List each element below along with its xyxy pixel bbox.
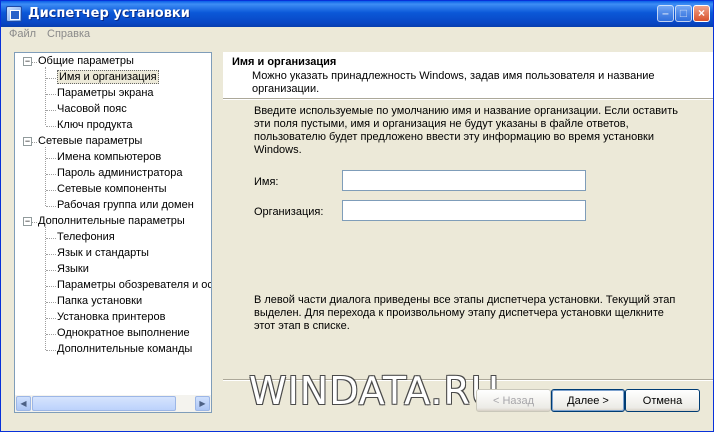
minimize-button[interactable]: – xyxy=(657,5,674,22)
tree-item-label: Языки xyxy=(57,263,89,275)
menu-file[interactable]: Файл xyxy=(9,28,36,40)
tree-group-label: Общие параметры xyxy=(38,55,134,67)
tree-item-telephony[interactable]: Телефония xyxy=(57,230,115,246)
title-bar[interactable]: Диспетчер установки – □ × xyxy=(1,1,713,27)
tree-item-additional-commands[interactable]: Дополнительные команды xyxy=(57,342,192,358)
header-divider xyxy=(223,98,713,100)
intro-text: Введите используемые по умолчанию имя и … xyxy=(254,105,678,156)
page-title: Имя и организация xyxy=(232,56,337,68)
organization-input[interactable] xyxy=(342,200,586,221)
tree-group-advanced[interactable]: Дополнительные параметры xyxy=(38,214,185,230)
next-button[interactable]: Далее > xyxy=(551,389,625,412)
tree-item-label: Дополнительные команды xyxy=(57,343,193,355)
tree-item-workgroup-domain[interactable]: Рабочая группа или домен xyxy=(57,198,194,214)
scroll-right-icon[interactable]: ▶ xyxy=(195,396,210,411)
expander-general[interactable]: − xyxy=(23,57,32,66)
tree-item-label: Параметры экрана xyxy=(57,87,154,99)
tree-group-network[interactable]: Сетевые параметры xyxy=(38,134,142,150)
organization-label: Организация: xyxy=(254,206,324,218)
tree-item-label: Параметры обозревателя и ос xyxy=(57,279,212,291)
watermark: WINDATA.RU xyxy=(249,369,500,413)
tree-item-name-org[interactable]: Имя и организация xyxy=(57,70,159,86)
page-description: Можно указать принадлежность Windows, за… xyxy=(252,70,655,95)
back-button[interactable]: < Назад xyxy=(476,389,551,412)
tree-item-label: Установка принтеров xyxy=(57,311,166,323)
tree-group-general[interactable]: Общие параметры xyxy=(38,54,134,70)
close-button[interactable]: × xyxy=(693,5,710,22)
window-title: Диспетчер установки xyxy=(28,6,190,21)
expander-advanced[interactable]: − xyxy=(23,217,32,226)
steps-tree: − Общие параметры Имя и организация Пара… xyxy=(14,52,212,413)
tree-item-label: Язык и стандарты xyxy=(57,247,149,259)
page-header: Имя и организация Можно указать принадле… xyxy=(223,52,713,98)
tree-item-label: Однократное выполнение xyxy=(57,327,190,339)
tree-item-regional[interactable]: Язык и стандарты xyxy=(57,246,149,262)
tree-item-admin-password[interactable]: Пароль администратора xyxy=(57,166,183,182)
menu-bar: Файл Справка xyxy=(1,27,713,45)
tree-item-display[interactable]: Параметры экрана xyxy=(57,86,154,102)
tree-group-label: Сетевые параметры xyxy=(38,135,143,147)
tree-item-product-key[interactable]: Ключ продукта xyxy=(57,118,132,134)
tree-item-browser-settings[interactable]: Параметры обозревателя и ос xyxy=(57,278,212,294)
expander-network[interactable]: − xyxy=(23,137,32,146)
name-label: Имя: xyxy=(254,176,279,188)
tree-item-label: Имя и организация xyxy=(57,70,159,84)
tree-item-label: Папка установки xyxy=(57,295,143,307)
tree-item-label: Телефония xyxy=(57,231,115,243)
tree-item-computer-names[interactable]: Имена компьютеров xyxy=(57,150,161,166)
tree-item-network-components[interactable]: Сетевые компоненты xyxy=(57,182,167,198)
tree-item-install-folder[interactable]: Папка установки xyxy=(57,294,142,310)
scroll-left-icon[interactable]: ◀ xyxy=(16,396,31,411)
cancel-button[interactable]: Отмена xyxy=(625,389,700,412)
tree-group-label: Дополнительные параметры xyxy=(38,215,185,227)
tree-item-label: Часовой пояс xyxy=(57,103,127,115)
setup-manager-window: Диспетчер установки – □ × Файл Справка −… xyxy=(0,0,714,432)
tree-item-label: Рабочая группа или домен xyxy=(57,199,194,211)
maximize-button[interactable]: □ xyxy=(675,5,692,22)
tree-item-languages[interactable]: Языки xyxy=(57,262,89,278)
name-input[interactable] xyxy=(342,170,586,191)
menu-help[interactable]: Справка xyxy=(47,28,90,40)
tree-item-label: Имена компьютеров xyxy=(57,151,162,163)
hint-text: В левой части диалога приведены все этап… xyxy=(254,294,676,332)
app-icon xyxy=(6,6,22,22)
tree-item-run-once[interactable]: Однократное выполнение xyxy=(57,326,190,342)
tree-item-printers[interactable]: Установка принтеров xyxy=(57,310,165,326)
tree-item-label: Сетевые компоненты xyxy=(57,183,167,195)
tree-item-timezone[interactable]: Часовой пояс xyxy=(57,102,127,118)
tree-horizontal-scrollbar[interactable]: ◀ ▶ xyxy=(15,395,211,412)
scroll-thumb[interactable] xyxy=(32,396,176,411)
tree-item-label: Ключ продукта xyxy=(57,119,133,131)
tree-item-label: Пароль администратора xyxy=(57,167,183,179)
